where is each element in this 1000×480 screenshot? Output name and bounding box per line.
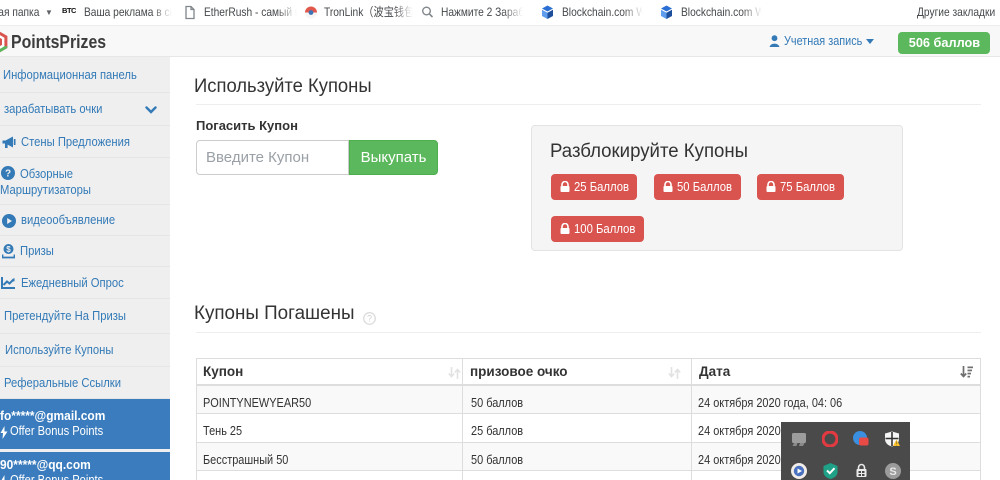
svg-text:$: $: [6, 245, 11, 254]
svg-text:S: S: [889, 466, 896, 478]
svg-text:BTC: BTC: [62, 6, 76, 15]
svg-text:!: !: [896, 441, 897, 447]
svg-text:?: ?: [5, 169, 11, 180]
svg-text:?: ?: [367, 314, 372, 324]
